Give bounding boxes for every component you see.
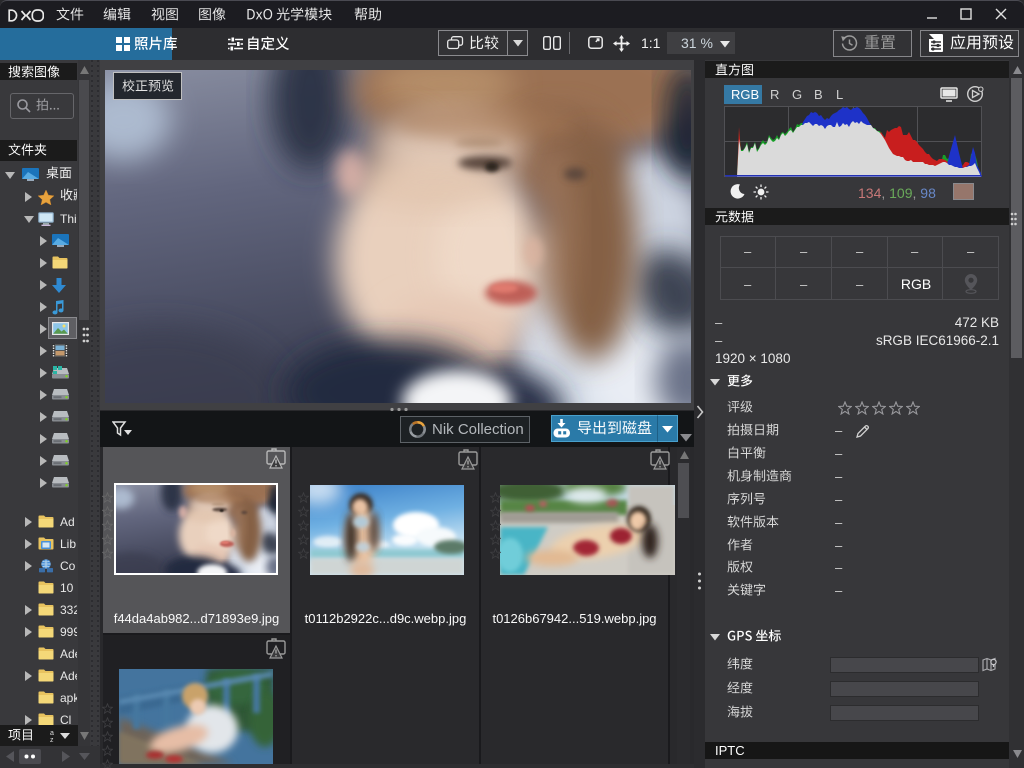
svg-text:a: a (50, 730, 54, 737)
svg-text:z: z (50, 737, 54, 742)
